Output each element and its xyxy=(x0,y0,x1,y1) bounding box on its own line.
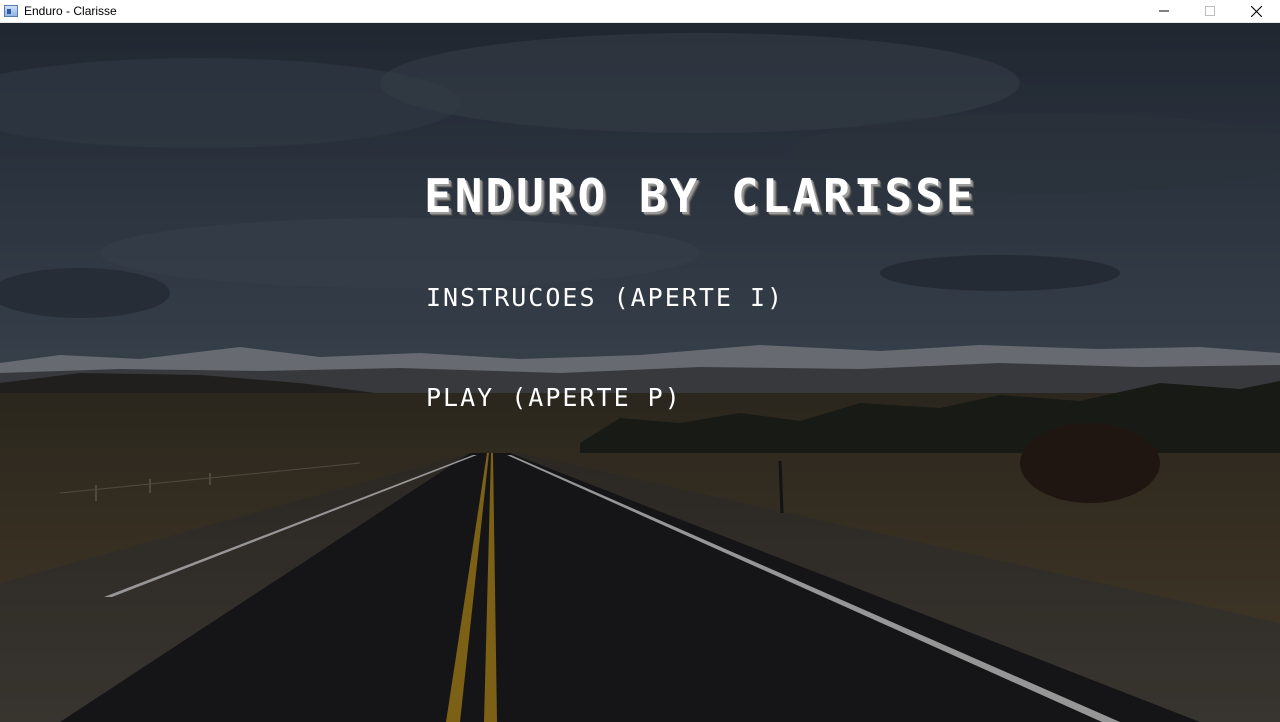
close-icon xyxy=(1250,5,1262,17)
minimize-icon xyxy=(1159,10,1169,12)
play-option[interactable]: PLAY (APERTE P) xyxy=(426,383,682,412)
maximize-button[interactable] xyxy=(1187,0,1233,22)
close-button[interactable] xyxy=(1233,0,1279,22)
game-scene[interactable]: ENDURO BY CLARISSE INSTRUCOES (APERTE I)… xyxy=(0,23,1280,722)
instructions-option[interactable]: INSTRUCOES (APERTE I) xyxy=(426,283,784,312)
road-background-image xyxy=(0,23,1280,722)
minimize-button[interactable] xyxy=(1141,0,1187,22)
maximize-icon xyxy=(1205,6,1215,16)
game-title: ENDURO BY CLARISSE xyxy=(424,169,977,223)
app-icon xyxy=(4,5,18,17)
game-window: Enduro - Clarisse ENDURO BY CLARISSE INS… xyxy=(0,0,1280,722)
title-bar: Enduro - Clarisse xyxy=(0,0,1280,23)
window-title: Enduro - Clarisse xyxy=(24,4,117,18)
